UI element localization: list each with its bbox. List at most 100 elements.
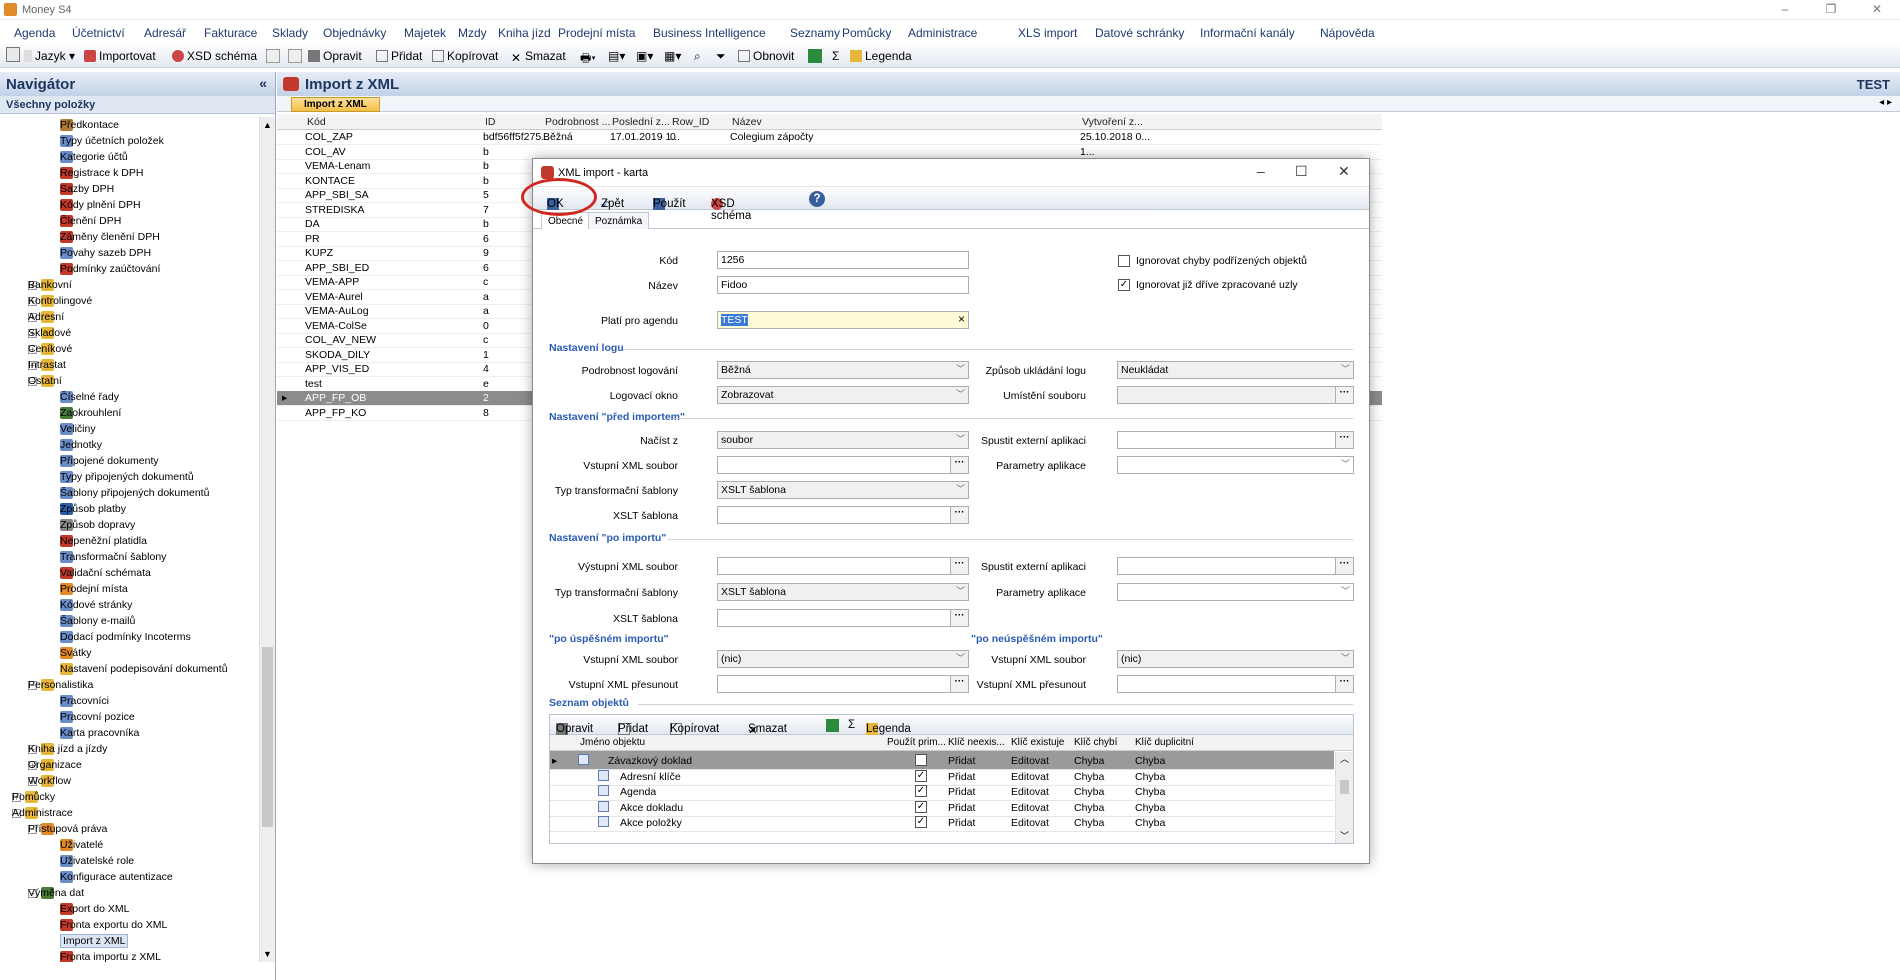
tree-item[interactable]: Předkontace (60, 117, 119, 133)
browse-button[interactable]: ··· (1335, 676, 1353, 692)
object-cell[interactable]: Přidat (948, 771, 975, 783)
column-header[interactable]: Row_ID (672, 116, 709, 128)
object-cell[interactable]: Editovat (1011, 802, 1049, 814)
scroll-thumb[interactable] (262, 647, 273, 827)
menu-item[interactable]: Adresář (144, 26, 186, 40)
tree-item[interactable]: Způsob platby (60, 501, 126, 517)
menu-item[interactable]: XLS import (1018, 26, 1077, 40)
clear-icon[interactable]: × (958, 312, 965, 326)
object-cell[interactable]: Chyba (1074, 786, 1104, 798)
nazev-input[interactable]: Fidoo (717, 276, 969, 294)
tree-item[interactable]: Pracovní pozice (60, 709, 135, 725)
importovat-button[interactable]: Importovat (84, 49, 156, 63)
object-cell[interactable]: Přidat (948, 786, 975, 798)
tree-item[interactable]: Svátky (60, 645, 92, 661)
object-column-header[interactable]: Jméno objektu (580, 737, 645, 748)
object-row[interactable]: Akce položky ✓ Přidat Editovat Chyba Chyba (550, 813, 1334, 832)
tree-item[interactable]: + Intrastat (28, 357, 66, 373)
menu-item[interactable]: Fakturace (204, 26, 257, 40)
menu-item[interactable]: Kniha jízd (498, 26, 551, 40)
tree-item[interactable]: Zaokrouhlení (60, 405, 121, 421)
object-column-header[interactable]: Klíč neexis... (948, 737, 1005, 748)
tree-item[interactable]: Sazby DPH (60, 181, 114, 197)
tab-import-z-xml[interactable]: Import z XML (291, 97, 380, 112)
search-icon[interactable]: ⌕ (694, 49, 701, 64)
ignore-errors-checkbox[interactable] (1118, 255, 1130, 267)
tree-item[interactable]: − Administrace (12, 805, 73, 821)
object-cell[interactable]: Přidat (948, 817, 975, 829)
use-primary-checkbox[interactable]: ✓ (915, 769, 927, 782)
minimize-button[interactable]: – (1762, 0, 1808, 20)
copy-icon[interactable] (288, 49, 302, 63)
tree-item[interactable]: Karta pracovníka (60, 725, 139, 741)
tree-item[interactable]: Uživatelé (60, 837, 103, 853)
vstup-usp-select[interactable]: (nic) ﹀ (717, 650, 969, 668)
object-cell[interactable]: Přidat (948, 802, 975, 814)
tree-item[interactable]: + Ceníkové (28, 341, 72, 357)
tree-item[interactable]: + Adresní (28, 309, 64, 325)
tab-poznamka[interactable]: Poznámka (588, 212, 650, 229)
dialog-maximize-button[interactable]: ☐ (1295, 163, 1308, 180)
excel-icon[interactable] (826, 719, 839, 732)
nacist-select[interactable]: soubor ﹀ (717, 431, 969, 449)
vstup-pred-input[interactable]: ··· (717, 456, 969, 474)
tree-item[interactable]: Kódy plnění DPH (60, 197, 141, 213)
tree-item[interactable]: + Kniha jízd a jízdy (28, 741, 107, 757)
object-cell[interactable]: Editovat (1011, 786, 1049, 798)
kopirovat-button[interactable]: Kopírovat (432, 49, 498, 63)
browse-button[interactable]: ··· (1335, 432, 1353, 448)
param-pred-select[interactable]: ﹀ (1117, 456, 1354, 474)
tree-item[interactable]: Šablony e-mailů (60, 613, 135, 629)
spustit-po-input[interactable]: ··· (1117, 557, 1354, 575)
browse-button[interactable]: ··· (950, 457, 968, 473)
help-icon[interactable]: ? (809, 191, 825, 207)
tree-item[interactable]: Nastavení podepisování dokumentů (60, 661, 228, 677)
object-cell[interactable]: Editovat (1011, 817, 1049, 829)
vystup-input[interactable]: ··· (717, 557, 969, 575)
tree-item[interactable]: Fronta exportu do XML (60, 917, 167, 933)
menu-item[interactable]: Seznamy (790, 26, 840, 40)
object-column-header[interactable]: Klíč existuje (1011, 737, 1064, 748)
podrobnost-select[interactable]: Běžná ﹀ (717, 361, 969, 379)
tree-item[interactable]: Členění DPH (60, 213, 121, 229)
dialog-minimize-button[interactable]: – (1257, 163, 1265, 179)
filter-icon[interactable]: ⏷ (716, 49, 726, 64)
object-cell[interactable]: Chyba (1074, 771, 1104, 783)
tree-item[interactable]: + Skladové (28, 325, 71, 341)
menu-item[interactable]: Sklady (272, 26, 308, 40)
tree-item[interactable]: Transformační šablony (60, 549, 166, 565)
legenda-button[interactable]: Legenda (850, 49, 912, 63)
column-header[interactable]: ID (485, 116, 496, 128)
object-cell[interactable]: Chyba (1135, 817, 1165, 829)
tree-item[interactable]: Prodejní místa (60, 581, 128, 597)
object-cell[interactable]: Chyba (1074, 802, 1104, 814)
scroll-down-icon[interactable]: ﹀ (1336, 829, 1353, 843)
pridat-button[interactable]: Přidat (376, 49, 422, 63)
obnovit-button[interactable]: Obnovit (738, 49, 794, 63)
column-header[interactable]: Kód (307, 116, 326, 128)
report-icon[interactable]: ▦▾ (664, 49, 681, 63)
tree-item[interactable]: Způsob dopravy (60, 517, 135, 533)
tree-item[interactable]: Validační schémata (60, 565, 151, 581)
tree-item[interactable]: Kategorie účtů (60, 149, 128, 165)
browse-button[interactable]: ··· (950, 610, 968, 626)
opravit-button[interactable]: Opravit (308, 49, 362, 63)
object-cell[interactable]: Chyba (1135, 771, 1165, 783)
tree-item[interactable]: Kódové stránky (60, 597, 132, 613)
browse-button[interactable]: ··· (1335, 387, 1353, 403)
param-po-select[interactable]: ﹀ (1117, 583, 1354, 601)
object-cell[interactable]: Chyba (1135, 755, 1165, 767)
layout-icon[interactable] (6, 47, 20, 62)
kod-input[interactable]: 1256 (717, 251, 969, 269)
column-header[interactable]: Vytvoření z... (1082, 116, 1143, 128)
xslt-pred-input[interactable]: ··· (717, 506, 969, 524)
tree-item[interactable]: Pracovníci (60, 693, 109, 709)
presun-usp-input[interactable]: ··· (717, 675, 969, 693)
xslt-po-input[interactable]: ··· (717, 609, 969, 627)
vstup-neusp-select[interactable]: (nic) ﹀ (1117, 650, 1354, 668)
tree-item[interactable]: Typy připojených dokumentů (60, 469, 194, 485)
tree-item[interactable]: Typy účetních položek (60, 133, 164, 149)
tree-item[interactable]: Dodací podmínky Incoterms (60, 629, 191, 645)
object-column-header[interactable]: Klíč duplicitní (1135, 737, 1194, 748)
tree-item[interactable]: + Organizace (28, 757, 82, 773)
